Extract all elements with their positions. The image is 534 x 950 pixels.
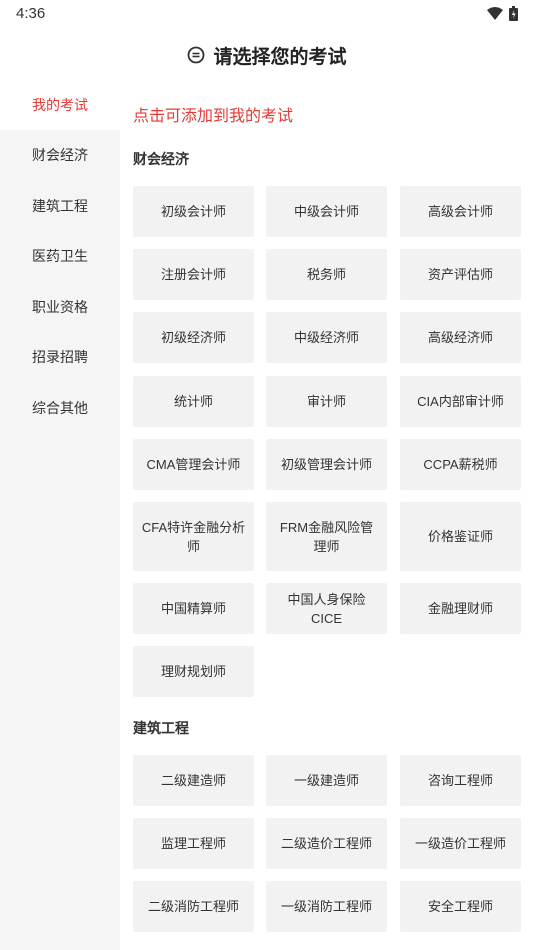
exam-button[interactable]: 中级会计师 (266, 186, 387, 237)
exam-button[interactable]: 初级会计师 (133, 186, 254, 237)
sidebar-item-label: 我的考试 (32, 97, 88, 113)
exam-button[interactable]: 二级消防工程师 (133, 881, 254, 932)
exam-button[interactable]: 税务师 (266, 249, 387, 300)
sidebar-item-other[interactable]: 综合其他 (0, 383, 120, 434)
category-sidebar: 我的考试 财会经济 建筑工程 医药卫生 职业资格 招录招聘 综合其他 (0, 80, 120, 950)
sidebar-item-label: 建筑工程 (32, 197, 88, 214)
sidebar-item-label: 职业资格 (32, 298, 88, 315)
sidebar-item-label: 招录招聘 (32, 349, 88, 366)
exam-button[interactable]: 咨询工程师 (400, 755, 521, 806)
exam-button[interactable]: 中国人身保险CICE (266, 583, 387, 634)
sidebar-item-label: 财会经济 (32, 147, 88, 164)
exam-button[interactable]: 监理工程师 (133, 818, 254, 869)
header: 请选择您的考试 (0, 30, 534, 80)
sidebar-item-label: 综合其他 (32, 399, 88, 416)
exam-button[interactable]: 注册会计师 (133, 249, 254, 300)
sidebar-item-medical[interactable]: 医药卫生 (0, 231, 120, 282)
exam-button[interactable]: 中级经济师 (266, 312, 387, 363)
exam-button[interactable]: 审计师 (266, 376, 387, 427)
exam-button[interactable]: 初级管理会计师 (266, 439, 387, 490)
page-title: 请选择您的考试 (213, 46, 347, 68)
exam-button[interactable]: 统计师 (133, 376, 254, 427)
sidebar-item-construction[interactable]: 建筑工程 (0, 181, 120, 232)
add-hint: 点击可添加到我的考试 (133, 108, 294, 125)
exam-button[interactable]: CCPA薪税师 (400, 439, 521, 490)
exam-button[interactable]: CIA内部审计师 (400, 376, 521, 427)
section-title-finance: 财会经济 (133, 151, 189, 167)
exam-button[interactable]: 安全工程师 (400, 881, 521, 932)
exam-button[interactable]: 高级经济师 (400, 312, 521, 363)
sidebar-item-professional[interactable]: 职业资格 (0, 282, 120, 333)
exam-button[interactable]: 一级消防工程师 (266, 881, 387, 932)
exam-list-icon (188, 46, 205, 64)
exam-button[interactable]: 金融理财师 (400, 583, 521, 634)
exam-button[interactable]: 二级建造师 (133, 755, 254, 806)
sidebar-item-recruitment[interactable]: 招录招聘 (0, 332, 120, 383)
exam-button[interactable]: 资产评估师 (400, 249, 521, 300)
exam-list: 点击可添加到我的考试 财会经济 初级会计师 中级会计师 高级会计师 注册会计师 … (120, 80, 534, 950)
exam-button[interactable]: 价格鉴证师 (400, 502, 521, 571)
wifi-icon (487, 7, 503, 20)
exam-button[interactable]: FRM金融风险管理师 (266, 502, 387, 571)
exam-button[interactable]: 二级造价工程师 (266, 818, 387, 869)
exam-button[interactable]: CFA特许金融分析师 (133, 502, 254, 571)
exam-button[interactable]: 一级造价工程师 (400, 818, 521, 869)
exam-button[interactable]: CMA管理会计师 (133, 439, 254, 490)
status-bar: 4:36 (0, 0, 534, 30)
sidebar-item-finance[interactable]: 财会经济 (0, 130, 120, 181)
exam-button[interactable]: 理财规划师 (133, 646, 254, 697)
status-time: 4:36 (16, 5, 46, 22)
battery-icon (509, 6, 518, 21)
sidebar-item-my-exams[interactable]: 我的考试 (0, 80, 120, 130)
sidebar-item-label: 医药卫生 (32, 248, 88, 265)
section-title-construction: 建筑工程 (133, 720, 189, 736)
exam-button[interactable]: 中国精算师 (133, 583, 254, 634)
status-icons (487, 6, 518, 21)
exam-button[interactable]: 一级建造师 (266, 755, 387, 806)
exam-button[interactable]: 高级会计师 (400, 186, 521, 237)
exam-button[interactable]: 初级经济师 (133, 312, 254, 363)
